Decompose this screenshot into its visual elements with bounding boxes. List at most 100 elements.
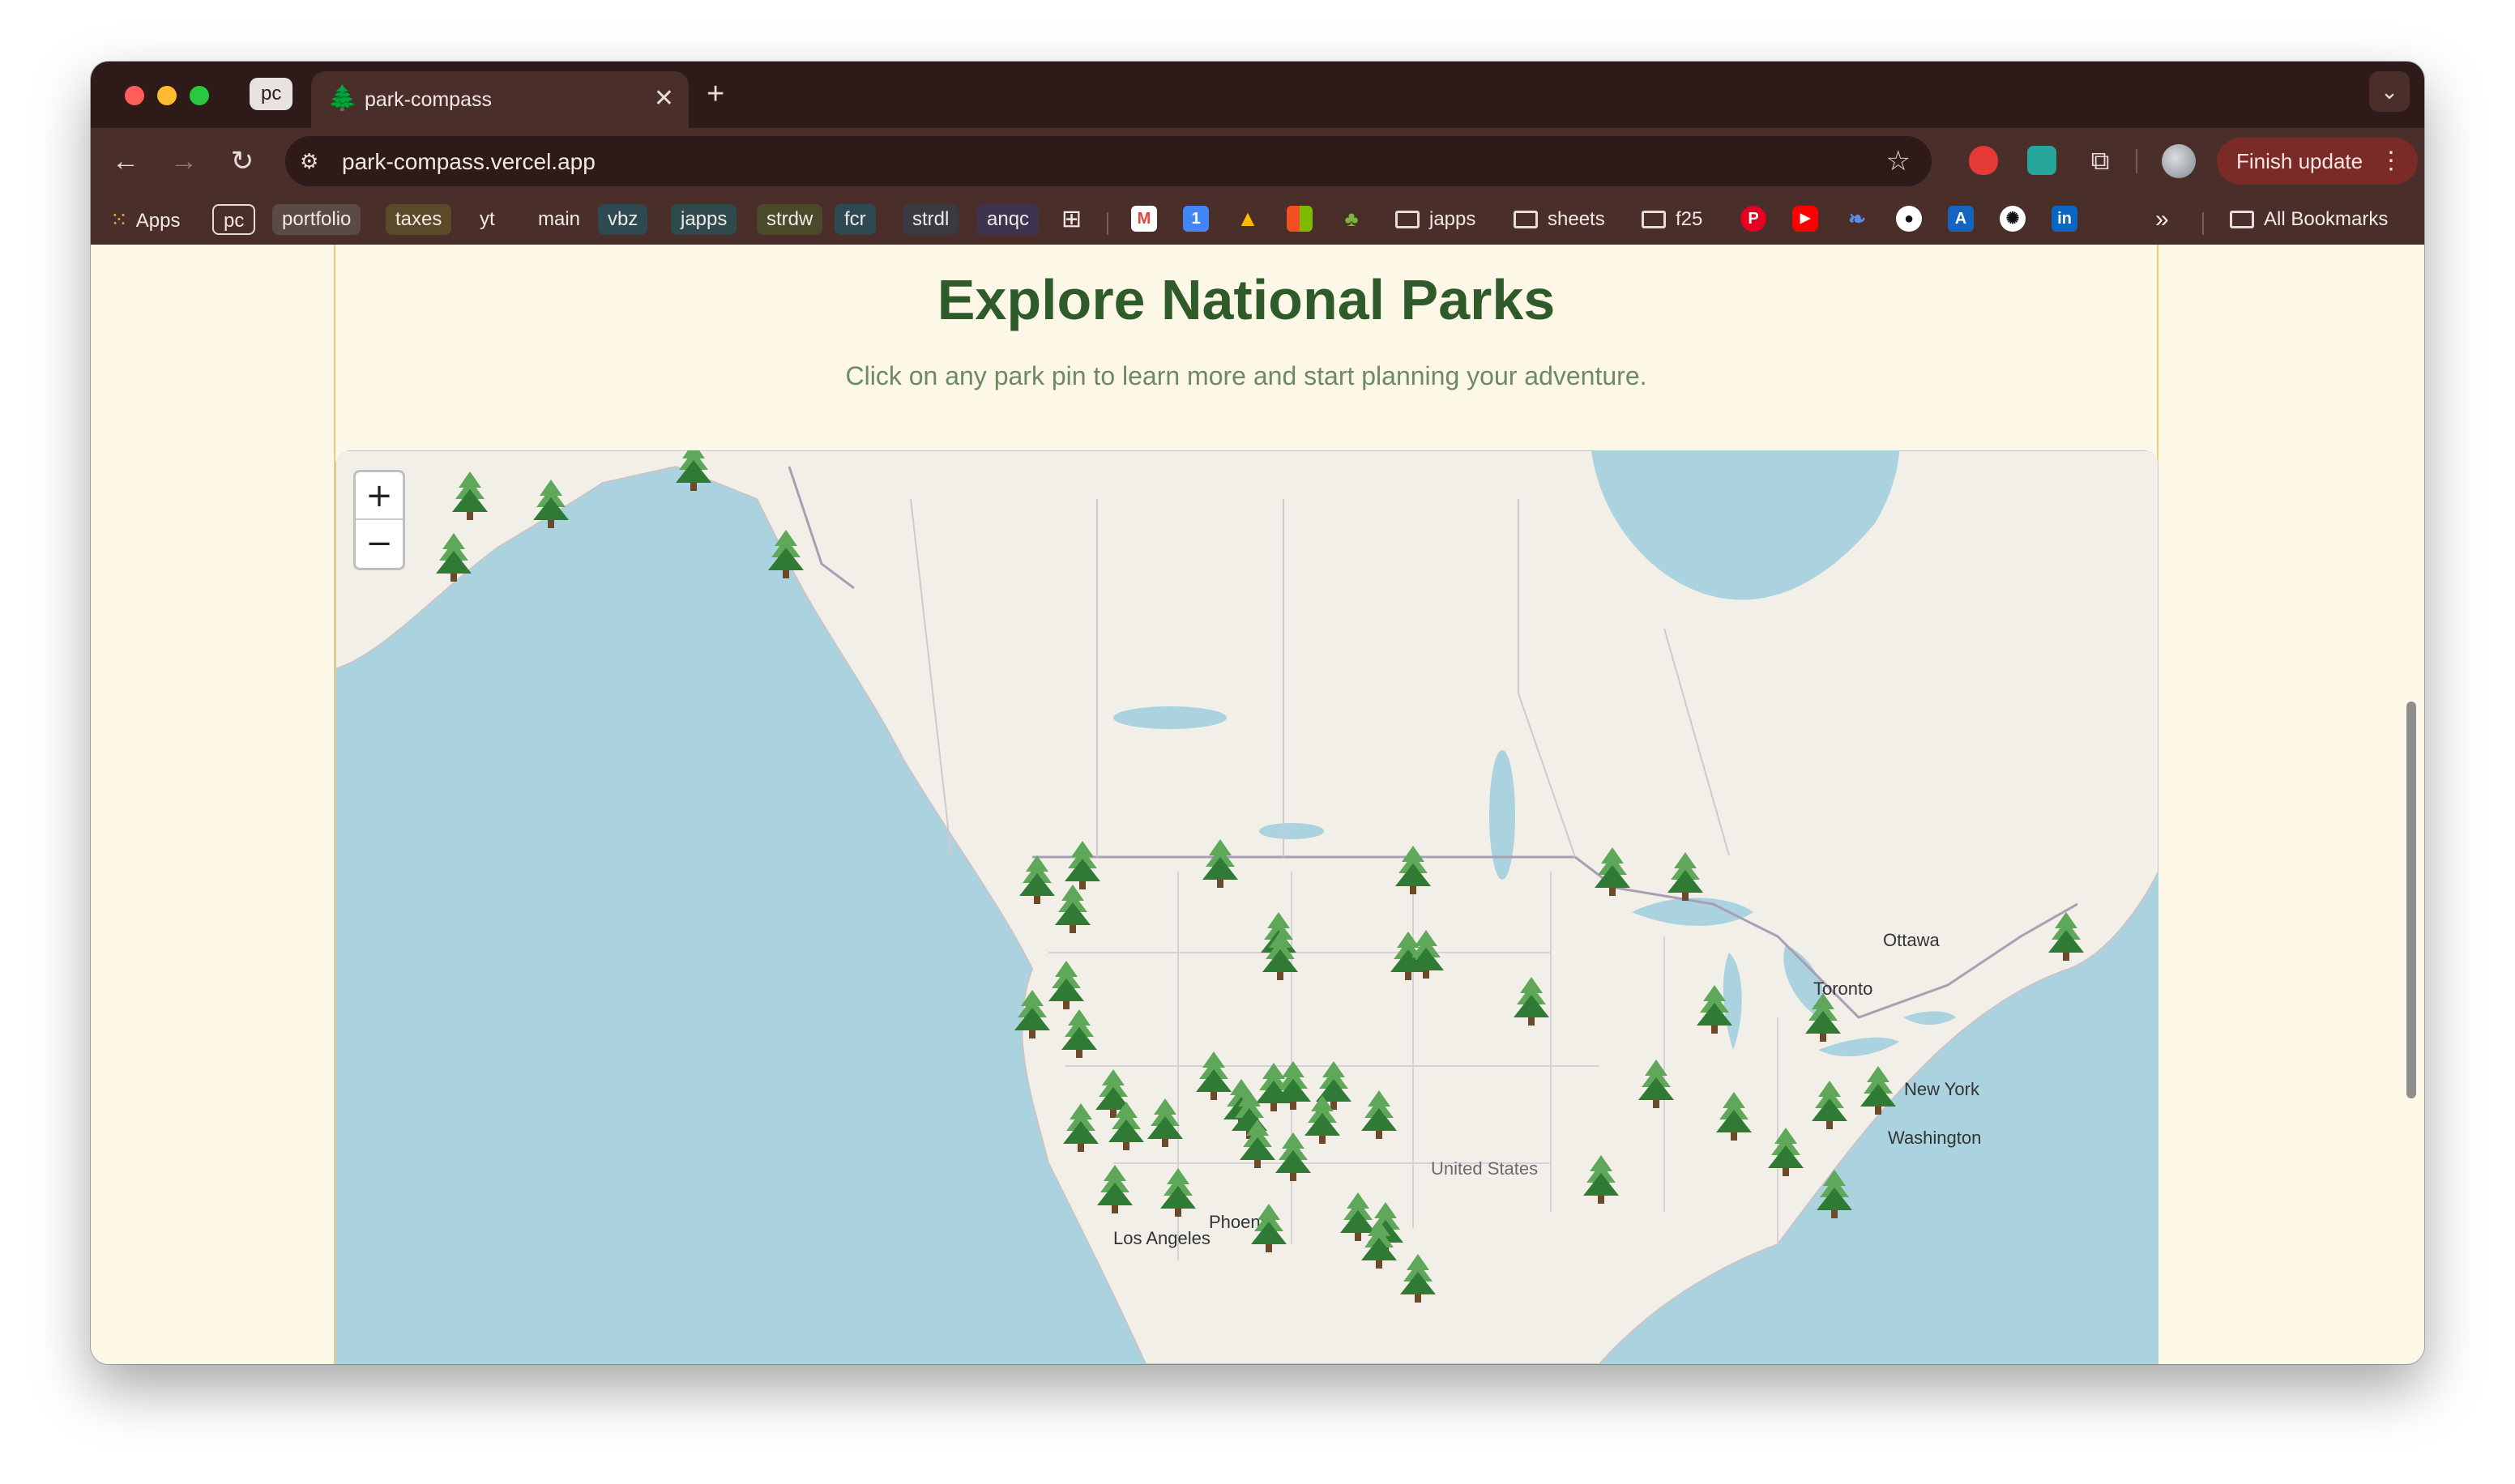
forward-button[interactable]: → [165, 143, 203, 180]
tab-groups-grid-icon[interactable]: ⊞ [1061, 204, 1082, 235]
bookmark-chip-vbz[interactable]: vbz [598, 204, 648, 235]
lake-athabasca [1259, 823, 1324, 839]
bookmark-chip-anqc[interactable]: anqc [977, 204, 1040, 235]
tab-search-button[interactable]: ⌄ [2369, 71, 2410, 112]
park-pin-evergreen-tree-icon[interactable] [1052, 883, 1094, 935]
bookmark-chip-main[interactable]: main [528, 204, 590, 235]
apps-bookmark[interactable]: ⁙ Apps [110, 204, 181, 235]
map-label-los-angeles: Los Angeles [1113, 1228, 1211, 1248]
bookmark-chip-fcr[interactable]: fcr [835, 204, 876, 235]
park-pin-evergreen-tree-icon[interactable] [1011, 988, 1053, 1040]
calendar-icon[interactable]: 1 [1183, 206, 1209, 232]
bookmark-chip-yt[interactable]: yt [470, 204, 505, 235]
park-pin-evergreen-tree-icon[interactable] [530, 478, 572, 530]
bookmark-chip-portfolio[interactable]: portfolio [272, 204, 361, 235]
bird-app-icon[interactable]: ❧ [1844, 206, 1870, 232]
park-pin-evergreen-tree-icon[interactable] [1060, 1102, 1102, 1154]
park-pin-evergreen-tree-icon[interactable] [1405, 928, 1447, 980]
bookmark-chip-strdl[interactable]: strdl [903, 204, 959, 235]
back-button[interactable]: ← [107, 143, 144, 180]
park-pin-evergreen-tree-icon[interactable] [1199, 838, 1241, 889]
address-bar[interactable]: ⚙ park-compass.vercel.app ☆ [285, 136, 1932, 186]
park-pin-evergreen-tree-icon[interactable] [1813, 1168, 1855, 1220]
park-pin-evergreen-tree-icon[interactable] [1765, 1126, 1807, 1178]
map-label-united-states: United States [1431, 1158, 1539, 1179]
bookmarks-overflow-button[interactable]: » [2155, 204, 2169, 235]
zoom-in-button[interactable]: + [356, 472, 403, 520]
park-pin-evergreen-tree-icon[interactable] [1272, 1131, 1314, 1183]
finish-update-button[interactable]: Finish update ⋮ [2217, 138, 2418, 185]
park-pin-evergreen-tree-icon[interactable] [1058, 1008, 1100, 1060]
folder-icon [1514, 211, 1538, 228]
park-pin-evergreen-tree-icon[interactable] [1693, 983, 1736, 1035]
park-pin-evergreen-tree-icon[interactable] [1397, 1252, 1439, 1304]
park-pin-evergreen-tree-icon[interactable] [765, 528, 807, 580]
park-pin-evergreen-tree-icon[interactable] [1105, 1100, 1147, 1152]
youtube-icon[interactable]: ▶ [1792, 206, 1818, 232]
park-pin-evergreen-tree-icon[interactable] [1635, 1058, 1677, 1110]
park-pin-evergreen-tree-icon[interactable] [1094, 1163, 1136, 1215]
park-pin-evergreen-tree-icon[interactable] [1358, 1218, 1400, 1270]
extensions-puzzle-icon[interactable]: ⧉ [2082, 143, 2118, 178]
tab-group-label[interactable]: pc [250, 78, 293, 110]
park-pin-evergreen-tree-icon[interactable] [1857, 1064, 1899, 1116]
site-info-icon[interactable]: ⚙ [300, 147, 318, 175]
park-pin-evergreen-tree-icon[interactable] [673, 450, 715, 493]
all-bookmarks-folder[interactable]: All Bookmarks [2230, 204, 2388, 235]
sprout-icon[interactable]: ♣ [1339, 206, 1364, 232]
pinterest-icon[interactable]: P [1740, 206, 1766, 232]
bookmark-chip-strdw[interactable]: strdw [757, 204, 823, 235]
linkedin-icon[interactable]: in [2052, 206, 2077, 232]
close-window-button[interactable] [125, 86, 144, 105]
minimize-window-button[interactable] [157, 86, 177, 105]
park-pin-evergreen-tree-icon[interactable] [1144, 1097, 1186, 1149]
page-scrollbar[interactable] [2403, 248, 2419, 1359]
github-icon[interactable]: ● [1896, 206, 1922, 232]
park-pin-evergreen-tree-icon[interactable] [1580, 1154, 1622, 1205]
reload-button[interactable]: ↻ [224, 143, 261, 180]
park-pin-evergreen-tree-icon[interactable] [1591, 846, 1633, 898]
park-pin-evergreen-tree-icon[interactable] [1157, 1166, 1199, 1218]
park-pin-evergreen-tree-icon[interactable] [1713, 1090, 1755, 1142]
profile-avatar[interactable] [2162, 144, 2196, 178]
bookmark-chip-pc[interactable]: pc [212, 204, 256, 235]
zoom-out-button[interactable]: − [356, 520, 403, 568]
park-pin-evergreen-tree-icon[interactable] [1358, 1089, 1400, 1141]
folder-label: sheets [1548, 208, 1605, 230]
maximize-window-button[interactable] [190, 86, 209, 105]
bookmark-star-icon[interactable]: ☆ [1886, 146, 1911, 177]
close-tab-icon[interactable]: ✕ [654, 84, 674, 113]
park-pin-evergreen-tree-icon[interactable] [1259, 930, 1301, 982]
bookmark-folder-japps[interactable]: japps [1395, 204, 1475, 235]
folder-icon [1642, 211, 1666, 228]
app-a-icon[interactable]: A [1948, 206, 1974, 232]
bookmark-chip-taxes[interactable]: taxes [386, 204, 452, 235]
map-label-new-york: New York [1904, 1079, 1979, 1099]
parks-map[interactable]: + − United States Ottawa Toronto New Yor… [335, 450, 2158, 1364]
extension-red-icon[interactable] [1969, 146, 1998, 175]
bookmarks-divider [1107, 212, 1108, 235]
park-pin-evergreen-tree-icon[interactable] [1808, 1079, 1851, 1131]
tab-park-compass[interactable]: 🌲 park-compass ✕ [311, 71, 689, 128]
extension-teal-icon[interactable] [2027, 146, 2056, 175]
openai-icon[interactable]: ✺ [2000, 206, 2026, 232]
park-pin-evergreen-tree-icon[interactable] [449, 470, 491, 522]
bookmark-chip-japps[interactable]: japps [671, 204, 737, 235]
park-pin-evergreen-tree-icon[interactable] [1510, 975, 1552, 1027]
drive-icon[interactable]: ▲ [1235, 206, 1261, 232]
park-pin-evergreen-tree-icon[interactable] [433, 531, 475, 583]
new-tab-button[interactable]: + [707, 78, 724, 110]
scrollbar-thumb[interactable] [2406, 701, 2416, 1098]
toolbar-divider [2136, 149, 2137, 173]
bookmark-folder-f25[interactable]: f25 [1642, 204, 1702, 235]
microsoft-icon[interactable] [1287, 206, 1313, 232]
bookmark-folder-sheets[interactable]: sheets [1514, 204, 1605, 235]
park-pin-evergreen-tree-icon[interactable] [1802, 991, 1844, 1043]
park-pin-evergreen-tree-icon[interactable] [1664, 851, 1706, 902]
park-pin-evergreen-tree-icon[interactable] [2045, 910, 2087, 962]
park-pin-evergreen-tree-icon[interactable] [1248, 1202, 1290, 1254]
gmail-icon[interactable]: M [1131, 206, 1157, 232]
bookmarks-bar: ⁙ Apps pc portfolio taxes yt main vbz jap… [91, 194, 2424, 245]
page-content: Explore National Parks Click on any park… [91, 245, 2424, 1364]
park-pin-evergreen-tree-icon[interactable] [1392, 844, 1434, 896]
